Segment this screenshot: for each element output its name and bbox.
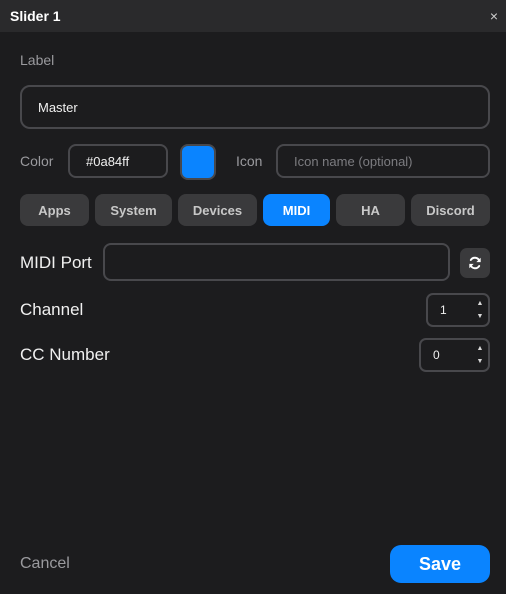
color-swatch-button[interactable] [180,144,216,180]
slider-settings-dialog: Slider 1 × Label Color Icon Apps System … [0,0,506,594]
refresh-ports-button[interactable] [460,248,490,278]
tab-devices[interactable]: Devices [178,194,257,226]
cc-number-value: 0 [433,348,440,362]
channel-stepper[interactable]: 1 ▲ ▼ [426,293,490,327]
cc-number-label: CC Number [20,345,110,364]
channel-value: 1 [440,303,447,317]
midi-port-select[interactable] [103,243,450,281]
tab-system[interactable]: System [95,194,172,226]
close-icon[interactable]: × [490,9,498,23]
icon-name-input[interactable] [276,144,490,178]
tab-apps[interactable]: Apps [20,194,89,226]
title-bar: Slider 1 × [0,0,506,32]
icon-caption: Icon [236,153,263,169]
dialog-title: Slider 1 [10,8,61,24]
label-input[interactable] [20,85,490,129]
channel-label: Channel [20,300,84,319]
label-caption: Label [20,52,55,68]
cancel-button[interactable]: Cancel [20,555,70,573]
source-tabs: Apps System Devices MIDI HA Discord [20,194,490,226]
tab-midi[interactable]: MIDI [263,194,330,226]
tab-ha[interactable]: HA [336,194,405,226]
decrement-arrow-icon[interactable]: ▼ [477,313,484,320]
decrement-arrow-icon[interactable]: ▼ [477,358,484,365]
midi-port-label: MIDI Port [20,253,92,272]
increment-arrow-icon[interactable]: ▲ [477,345,484,352]
color-caption: Color [20,153,54,169]
color-hex-input[interactable] [68,144,168,178]
save-button[interactable]: Save [390,545,490,583]
increment-arrow-icon[interactable]: ▲ [477,300,484,307]
tab-discord[interactable]: Discord [411,194,490,226]
refresh-icon [469,256,481,270]
cc-number-stepper[interactable]: 0 ▲ ▼ [419,338,490,372]
